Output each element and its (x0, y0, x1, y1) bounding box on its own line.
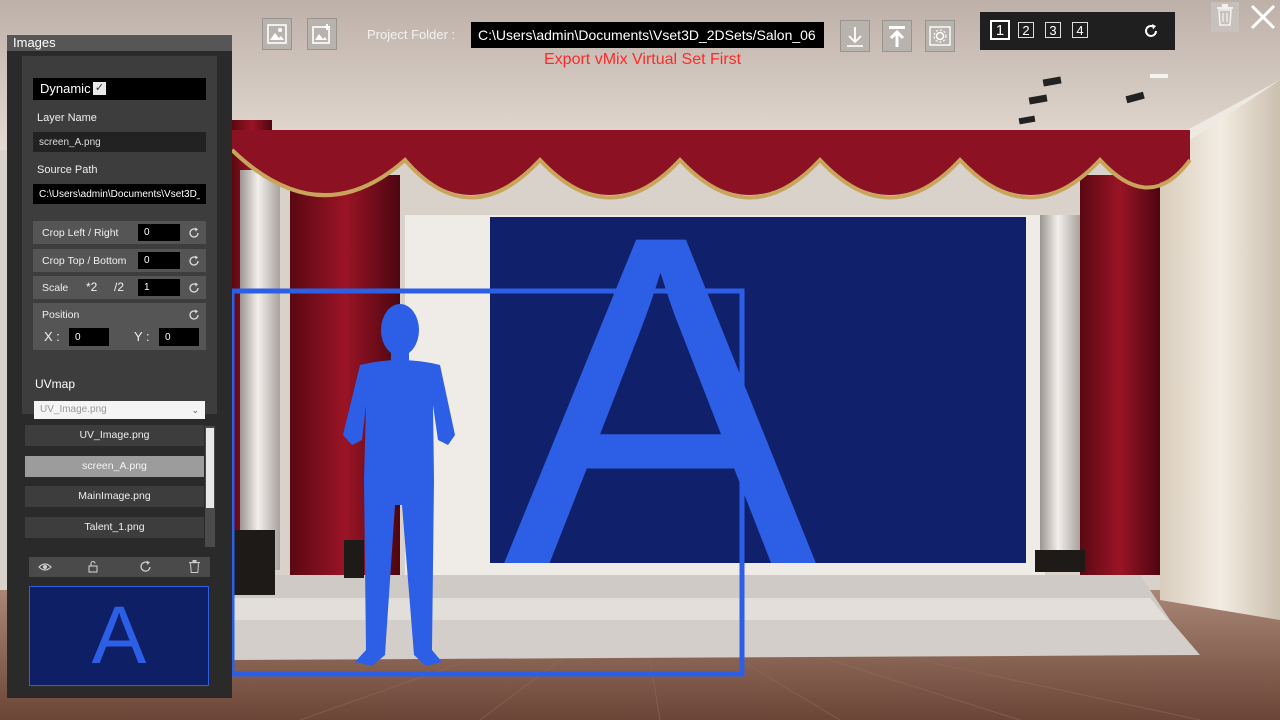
layer-item[interactable]: UV_Image.png (25, 425, 204, 446)
layer-list: UV_Image.png screen_A.png MainImage.png … (25, 425, 205, 547)
uvmap-select[interactable]: UV_Image.png ⌄ (34, 401, 205, 419)
project-folder-input[interactable] (471, 22, 824, 48)
uvmap-label: UVmap (35, 377, 76, 391)
dynamic-checkbox[interactable]: ✓ (93, 82, 106, 95)
position-label: Position (42, 309, 80, 321)
camera-4-button[interactable]: 4 (1072, 22, 1088, 38)
layer-item[interactable]: MainImage.png (25, 486, 204, 507)
add-image-button[interactable] (307, 18, 337, 50)
trash-icon[interactable] (189, 560, 200, 578)
project-folder-label: Project Folder : (367, 27, 456, 42)
position-group: Position X : Y : (33, 303, 206, 350)
source-path-input[interactable] (33, 184, 206, 204)
upload-button[interactable] (882, 20, 912, 52)
reset-icon[interactable] (188, 308, 200, 326)
close-button[interactable] (1248, 2, 1278, 32)
position-y-label: Y : (134, 329, 150, 344)
upload-icon (886, 24, 908, 48)
camera-3-button[interactable]: 3 (1045, 22, 1061, 38)
download-icon (844, 24, 866, 48)
crop-top-bottom-input[interactable] (138, 252, 180, 269)
crop-top-bottom-row: Crop Top / Bottom (33, 249, 206, 272)
camera-2-button[interactable]: 2 (1018, 22, 1034, 38)
scrollbar-thumb[interactable] (206, 428, 214, 508)
add-image-icon (311, 23, 333, 45)
layer-name-label: Layer Name (37, 112, 97, 124)
delete-button[interactable] (1211, 2, 1239, 32)
export-warning: Export vMix Virtual Set First (544, 51, 742, 68)
screen-letter: A (503, 138, 819, 663)
position-y-input[interactable] (159, 328, 199, 346)
scale-half-button[interactable]: /2 (114, 280, 124, 294)
trash-icon (1216, 3, 1234, 31)
scale-input[interactable] (138, 279, 180, 296)
images-panel: Images Dynamic ✓ Layer Name Source Path … (7, 35, 232, 698)
reset-icon[interactable] (188, 281, 200, 299)
reset-icon[interactable] (188, 254, 200, 272)
layer-item[interactable]: Talent_1.png (25, 517, 204, 538)
import-image-button[interactable] (262, 18, 292, 50)
image-icon (266, 23, 288, 45)
crop-left-right-row: Crop Left / Right (33, 221, 206, 244)
panel-title: Images (7, 35, 232, 51)
download-button[interactable] (840, 20, 870, 52)
chevron-down-icon: ⌄ (191, 405, 199, 415)
crop-left-right-label: Crop Left / Right (42, 227, 119, 239)
reset-icon[interactable] (188, 226, 200, 244)
source-path-label: Source Path (37, 164, 98, 176)
uvmap-value: UV_Image.png (40, 404, 107, 415)
preview-letter: A (91, 590, 147, 681)
camera-1-button[interactable]: 1 (990, 20, 1010, 40)
layer-name-input[interactable] (33, 132, 206, 152)
lock-icon[interactable] (87, 560, 99, 578)
layer-properties: Dynamic ✓ Layer Name Source Path Crop Le… (22, 56, 217, 419)
scale-row: Scale *2 /2 (33, 276, 206, 299)
settings-icon (928, 24, 952, 48)
refresh-icon[interactable] (139, 560, 152, 578)
layer-actions (29, 557, 210, 577)
dynamic-toggle: Dynamic ✓ (33, 78, 206, 100)
position-x-label: X : (44, 329, 60, 344)
refresh-icon[interactable] (1143, 23, 1159, 44)
scale-label: Scale (42, 282, 69, 294)
close-icon (1248, 4, 1278, 36)
scale-double-button[interactable]: *2 (86, 280, 97, 294)
camera-selector: 1 2 3 4 (980, 12, 1175, 50)
layer-item-selected[interactable]: screen_A.png (25, 456, 204, 477)
settings-button[interactable] (925, 20, 955, 52)
crop-left-right-input[interactable] (138, 224, 180, 241)
dynamic-label: Dynamic (40, 81, 91, 96)
position-x-input[interactable] (69, 328, 109, 346)
layer-preview-thumbnail: A (29, 586, 209, 686)
eye-icon[interactable] (38, 560, 52, 578)
layer-list-scrollbar[interactable] (205, 426, 215, 547)
crop-top-bottom-label: Crop Top / Bottom (42, 255, 127, 267)
